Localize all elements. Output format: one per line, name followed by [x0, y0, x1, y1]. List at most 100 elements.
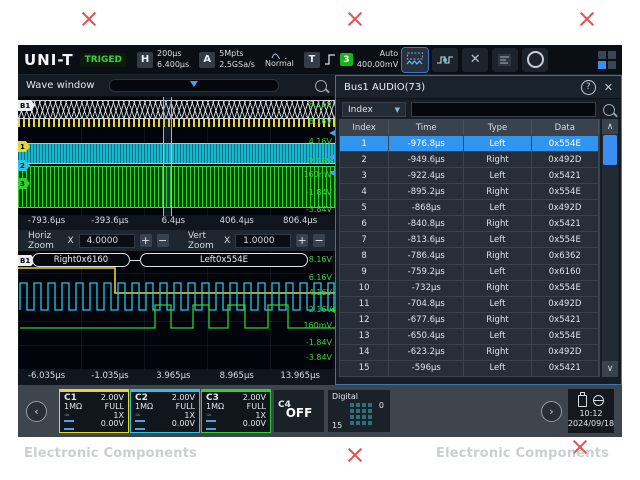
bus-table-row[interactable]: 1-976.8µsLeft0x554E [340, 135, 599, 151]
watermark-text: Electronic Components [436, 446, 609, 461]
report-list-button[interactable] [492, 48, 518, 72]
zoom-window-button[interactable] [402, 48, 428, 72]
system-info-box[interactable]: 10:12 2024/09/18 [568, 389, 614, 433]
bus-table-row[interactable]: 5-868µsLeft0x492D [340, 199, 599, 215]
bus-table-row[interactable]: 6-840.8µsRight0x5421 [340, 215, 599, 231]
next-page-button[interactable]: › [541, 401, 562, 422]
a-key: A [199, 52, 215, 68]
channel3-trace [20, 305, 335, 328]
expand-button[interactable]: ✕ [462, 48, 488, 72]
previous-page-button[interactable]: ‹ [26, 401, 47, 422]
scroll-up-button[interactable]: ∧ [602, 119, 618, 134]
dc-coupling-icon [135, 420, 145, 430]
vert-zoom-value[interactable]: 1.0000 [235, 234, 291, 248]
volt-label: 8.16V [309, 255, 332, 264]
horiz-zoom-increase-button[interactable]: + [140, 234, 152, 247]
trigger-mode: Auto [380, 49, 399, 58]
trigger-settings[interactable]: T 3 Auto 400.00mV [304, 49, 398, 70]
wave-position-slider[interactable] [109, 79, 279, 92]
bus-table-row[interactable]: 9-759.2µsLeft0x6160 [340, 264, 599, 280]
digital-card[interactable]: Digital 0 15 [327, 389, 391, 433]
zoom-region-marker[interactable] [163, 97, 172, 216]
time-label: 6.4µs [162, 216, 185, 226]
overview-pane[interactable]: B1 1 2 3 8.16V6.16V4.16V2.16V160mV-1.84V… [18, 97, 335, 216]
bus-event-table: IndexTimeTypeData 1-976.8µsLeft0x554E2-9… [339, 119, 618, 377]
table-cell: 0x492D [532, 200, 599, 215]
channel-card-c3[interactable]: C32.00V1MΩFULL≈1X0.00V [201, 389, 271, 433]
horiz-zoom-value[interactable]: 4.0000 [79, 234, 135, 248]
bus-decode-bubble[interactable]: Left0x554E [140, 253, 308, 267]
help-icon[interactable]: ? [581, 80, 596, 95]
bus-table-row[interactable]: 4-895.2µsRight0x554E [340, 183, 599, 199]
table-cell: 5 [340, 200, 389, 215]
acquire-mode: Normal [265, 51, 294, 68]
trigger-status-badge: TRIGED [80, 53, 127, 67]
table-scrollbar[interactable]: ∧ ∨ [602, 119, 618, 377]
vert-zoom-increase-button[interactable]: + [296, 234, 308, 247]
channel-card-c2[interactable]: C22.00V1MΩFULL≈1X0.00V [130, 389, 200, 433]
table-cell: Left [464, 168, 531, 183]
bus-decode-link [130, 260, 140, 261]
channel-offset: 0.00V [101, 420, 124, 430]
channel-offset: 0.00V [172, 420, 195, 430]
waveform-cursor-icon [436, 53, 454, 67]
table-cell: Right [464, 248, 531, 263]
table-cell: 7 [340, 232, 389, 247]
table-cell: 0x492D [532, 152, 599, 167]
search-icon[interactable] [315, 80, 327, 92]
circle-icon [527, 51, 544, 68]
bus-table-row[interactable]: 13-650.4µsLeft0x554E [340, 328, 599, 344]
waveform-cursor-button[interactable] [432, 48, 458, 72]
trigger-source-badge: 3 [340, 53, 353, 66]
oscilloscope-screen: UNI-T TRIGED H 200µs 6.400µs A 5Mpts 2.5… [18, 45, 622, 437]
time-label: 406.4µs [220, 216, 254, 226]
slider-thumb-icon[interactable] [190, 81, 198, 87]
table-cell: -840.8µs [389, 216, 464, 231]
scrollbar-thumb[interactable] [603, 135, 617, 165]
zoom-traces [18, 251, 335, 370]
volt-label: 6.16V [309, 273, 332, 282]
table-cell: 0x554E [532, 184, 599, 199]
table-cell: 13 [340, 329, 389, 344]
grid-cell [608, 61, 616, 69]
scroll-down-button[interactable]: ∨ [602, 361, 618, 377]
search-input[interactable] [411, 102, 596, 117]
volt-label: 8.16V [309, 100, 332, 109]
bus-table-row[interactable]: 7-813.6µsLeft0x554E [340, 231, 599, 247]
zoom-pane[interactable]: B1 Right0x6160 Left0x554E 8.16V6.16V4.16… [18, 251, 335, 370]
close-icon[interactable]: ✕ [604, 81, 613, 94]
report-list-icon [497, 53, 513, 67]
column-header: Type [464, 120, 531, 135]
channel-card-c4[interactable]: C4 OFF [273, 389, 325, 433]
bus-decode-bubble[interactable]: Right0x6160 [32, 253, 130, 267]
bus-table-row[interactable]: 14-623.2µsRight0x492D [340, 344, 599, 360]
bus-table-row[interactable]: 10-732µsRight0x554E [340, 280, 599, 296]
search-icon[interactable] [603, 104, 615, 116]
horizontal-settings[interactable]: H 200µs 6.400µs [137, 49, 189, 70]
bus-table-row[interactable]: 15-596µsLeft0x5421 [340, 360, 599, 376]
filter-dropdown[interactable]: Index ▼ [342, 102, 406, 117]
channel1-compressed-trace [18, 119, 335, 127]
bus-table-row[interactable]: 11-704.8µsLeft0x492D [340, 296, 599, 312]
dc-coupling-icon [64, 420, 74, 430]
column-header: Index [340, 120, 389, 135]
channel-card-c1[interactable]: C12.00V1MΩFULL≈1X0.00V [59, 389, 129, 433]
table-cell: 10 [340, 281, 389, 296]
circle-tool-button[interactable] [522, 48, 548, 72]
horiz-zoom-decrease-button[interactable]: − [157, 234, 169, 247]
bus-table-row[interactable]: 3-922.4µsLeft0x5421 [340, 167, 599, 183]
table-cell: 0x5421 [532, 168, 599, 183]
scrollbar-track[interactable] [602, 134, 618, 361]
acquire-settings[interactable]: A 5Mpts 2.5GSa/s Normal [199, 49, 294, 70]
bus-table-row[interactable]: 2-949.6µsRight0x492D [340, 151, 599, 167]
table-cell: Right [464, 216, 531, 231]
table-cell: 0x554E [532, 329, 599, 344]
volt-label: -1.84V [306, 188, 332, 197]
vert-zoom-decrease-button[interactable]: − [313, 234, 325, 247]
table-cell: -895.2µs [389, 184, 464, 199]
bus-table-row[interactable]: 12-677.6µsRight0x5421 [340, 312, 599, 328]
display-grid-button[interactable] [598, 51, 616, 69]
bus-table-row[interactable]: 8-786.4µsRight0x6362 [340, 247, 599, 263]
table-cell: -813.6µs [389, 232, 464, 247]
broken-image-icon [348, 12, 362, 26]
